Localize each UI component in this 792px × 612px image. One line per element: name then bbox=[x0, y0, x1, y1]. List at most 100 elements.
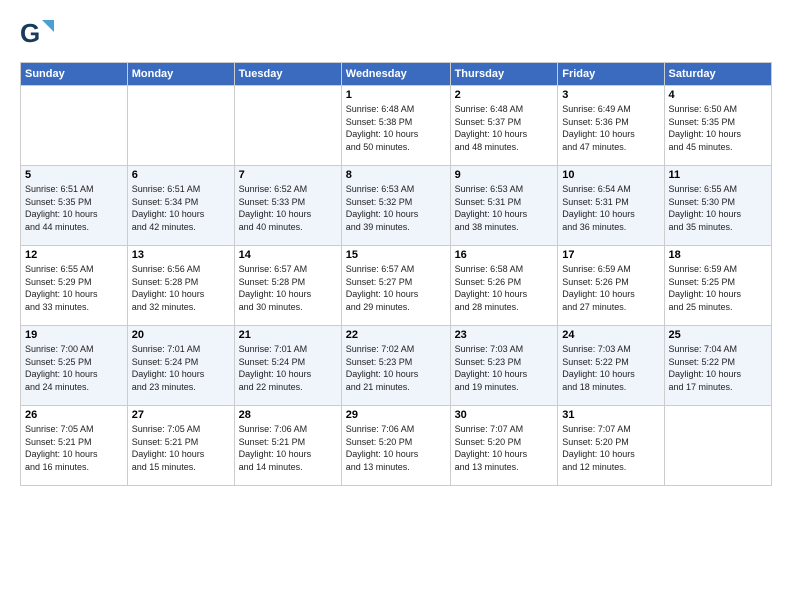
day-number: 28 bbox=[239, 409, 337, 421]
logo-icon: G bbox=[20, 16, 56, 52]
day-info: Sunrise: 7:00 AM Sunset: 5:25 PM Dayligh… bbox=[25, 343, 123, 393]
calendar-cell: 8Sunrise: 6:53 AM Sunset: 5:32 PM Daylig… bbox=[341, 166, 450, 246]
calendar-cell: 3 Sunrise: 6:49 AM Sunset: 5:36 PM Daylig… bbox=[558, 86, 664, 166]
calendar-cell: 24Sunrise: 7:03 AM Sunset: 5:22 PM Dayli… bbox=[558, 326, 664, 406]
logo: G bbox=[20, 16, 60, 52]
weekday-header-tuesday: Tuesday bbox=[234, 63, 341, 86]
day-info: Sunrise: 7:03 AM Sunset: 5:23 PM Dayligh… bbox=[455, 343, 554, 393]
calendar-cell: 19 Sunrise: 7:00 AM Sunset: 5:25 PM Dayli… bbox=[21, 326, 128, 406]
calendar-header: SundayMondayTuesdayWednesdayThursdayFrid… bbox=[21, 63, 772, 86]
day-info: Sunrise: 6:51 AM Sunset: 5:35 PM Dayligh… bbox=[25, 183, 123, 233]
day-number: 7 bbox=[239, 169, 337, 181]
day-number: 17 bbox=[562, 249, 659, 261]
day-info: Sunrise: 7:07 AM Sunset: 5:20 PM Dayligh… bbox=[562, 423, 659, 473]
day-number: 27 bbox=[132, 409, 230, 421]
day-info: Sunrise: 6:59 AM Sunset: 5:25 PM Dayligh… bbox=[669, 263, 767, 313]
calendar-cell: 22 Sunrise: 7:02 AM Sunset: 5:23 PM Dayli… bbox=[341, 326, 450, 406]
calendar-cell: 20 Sunrise: 7:01 AM Sunset: 5:24 PM Dayli… bbox=[127, 326, 234, 406]
calendar-cell bbox=[127, 86, 234, 166]
day-info: Sunrise: 7:06 AM Sunset: 5:20 PM Dayligh… bbox=[346, 423, 446, 473]
calendar-cell: 4 Sunrise: 6:50 AM Sunset: 5:35 PM Daylig… bbox=[664, 86, 771, 166]
calendar-cell: 28Sunrise: 7:06 AM Sunset: 5:21 PM Dayli… bbox=[234, 406, 341, 486]
day-number: 10 bbox=[562, 169, 659, 181]
day-info: Sunrise: 6:48 AM Sunset: 5:38 PM Dayligh… bbox=[346, 103, 446, 153]
day-number: 1 bbox=[346, 89, 446, 101]
day-number: 31 bbox=[562, 409, 659, 421]
calendar-cell bbox=[21, 86, 128, 166]
calendar-cell bbox=[234, 86, 341, 166]
calendar-cell: 13 Sunrise: 6:56 AM Sunset: 5:28 PM Dayli… bbox=[127, 246, 234, 326]
day-info: Sunrise: 7:05 AM Sunset: 5:21 PM Dayligh… bbox=[132, 423, 230, 473]
calendar-cell: 5 Sunrise: 6:51 AM Sunset: 5:35 PM Daylig… bbox=[21, 166, 128, 246]
day-number: 15 bbox=[346, 249, 446, 261]
day-number: 23 bbox=[455, 329, 554, 341]
day-info: Sunrise: 6:56 AM Sunset: 5:28 PM Dayligh… bbox=[132, 263, 230, 313]
calendar-cell: 14 Sunrise: 6:57 AM Sunset: 5:28 PM Dayli… bbox=[234, 246, 341, 326]
calendar-cell: 18 Sunrise: 6:59 AM Sunset: 5:25 PM Dayli… bbox=[664, 246, 771, 326]
day-info: Sunrise: 6:49 AM Sunset: 5:36 PM Dayligh… bbox=[562, 103, 659, 153]
calendar-cell bbox=[664, 406, 771, 486]
day-info: Sunrise: 7:04 AM Sunset: 5:22 PM Dayligh… bbox=[669, 343, 767, 393]
day-number: 21 bbox=[239, 329, 337, 341]
day-number: 19 bbox=[25, 329, 123, 341]
day-info: Sunrise: 6:52 AM Sunset: 5:33 PM Dayligh… bbox=[239, 183, 337, 233]
day-info: Sunrise: 6:57 AM Sunset: 5:28 PM Dayligh… bbox=[239, 263, 337, 313]
calendar-body: 1 Sunrise: 6:48 AM Sunset: 5:38 PM Daylig… bbox=[21, 86, 772, 486]
calendar-cell: 15 Sunrise: 6:57 AM Sunset: 5:27 PM Dayli… bbox=[341, 246, 450, 326]
day-number: 20 bbox=[132, 329, 230, 341]
day-info: Sunrise: 6:48 AM Sunset: 5:37 PM Dayligh… bbox=[455, 103, 554, 153]
weekday-header-monday: Monday bbox=[127, 63, 234, 86]
calendar-week-row: 26 Sunrise: 7:05 AM Sunset: 5:21 PM Dayli… bbox=[21, 406, 772, 486]
day-info: Sunrise: 6:50 AM Sunset: 5:35 PM Dayligh… bbox=[669, 103, 767, 153]
calendar-cell: 27 Sunrise: 7:05 AM Sunset: 5:21 PM Dayli… bbox=[127, 406, 234, 486]
day-number: 5 bbox=[25, 169, 123, 181]
day-number: 3 bbox=[562, 89, 659, 101]
day-number: 13 bbox=[132, 249, 230, 261]
day-number: 26 bbox=[25, 409, 123, 421]
day-number: 2 bbox=[455, 89, 554, 101]
day-info: Sunrise: 7:01 AM Sunset: 5:24 PM Dayligh… bbox=[132, 343, 230, 393]
day-number: 4 bbox=[669, 89, 767, 101]
weekday-header-row: SundayMondayTuesdayWednesdayThursdayFrid… bbox=[21, 63, 772, 86]
day-number: 11 bbox=[669, 169, 767, 181]
calendar-cell: 17 Sunrise: 6:59 AM Sunset: 5:26 PM Dayli… bbox=[558, 246, 664, 326]
calendar-week-row: 5 Sunrise: 6:51 AM Sunset: 5:35 PM Daylig… bbox=[21, 166, 772, 246]
calendar-week-row: 12 Sunrise: 6:55 AM Sunset: 5:29 PM Dayli… bbox=[21, 246, 772, 326]
day-number: 14 bbox=[239, 249, 337, 261]
day-number: 30 bbox=[455, 409, 554, 421]
day-number: 22 bbox=[346, 329, 446, 341]
calendar-cell: 29Sunrise: 7:06 AM Sunset: 5:20 PM Dayli… bbox=[341, 406, 450, 486]
weekday-header-sunday: Sunday bbox=[21, 63, 128, 86]
day-number: 6 bbox=[132, 169, 230, 181]
day-info: Sunrise: 7:01 AM Sunset: 5:24 PM Dayligh… bbox=[239, 343, 337, 393]
day-number: 25 bbox=[669, 329, 767, 341]
calendar-cell: 23 Sunrise: 7:03 AM Sunset: 5:23 PM Dayli… bbox=[450, 326, 558, 406]
calendar-cell: 12 Sunrise: 6:55 AM Sunset: 5:29 PM Dayli… bbox=[21, 246, 128, 326]
calendar-cell: 31 Sunrise: 7:07 AM Sunset: 5:20 PM Dayli… bbox=[558, 406, 664, 486]
day-info: Sunrise: 6:59 AM Sunset: 5:26 PM Dayligh… bbox=[562, 263, 659, 313]
day-info: Sunrise: 6:55 AM Sunset: 5:30 PM Dayligh… bbox=[669, 183, 767, 233]
calendar-cell: 2 Sunrise: 6:48 AM Sunset: 5:37 PM Daylig… bbox=[450, 86, 558, 166]
day-number: 12 bbox=[25, 249, 123, 261]
calendar-cell: 26Sunrise: 7:05 AM Sunset: 5:21 PM Dayli… bbox=[21, 406, 128, 486]
calendar-cell: 16 Sunrise: 6:58 AM Sunset: 5:26 PM Dayli… bbox=[450, 246, 558, 326]
calendar-table: SundayMondayTuesdayWednesdayThursdayFrid… bbox=[20, 62, 772, 486]
day-info: Sunrise: 6:55 AM Sunset: 5:29 PM Dayligh… bbox=[25, 263, 123, 313]
calendar-cell: 6 Sunrise: 6:51 AM Sunset: 5:34 PM Daylig… bbox=[127, 166, 234, 246]
weekday-header-thursday: Thursday bbox=[450, 63, 558, 86]
calendar-cell: 7 Sunrise: 6:52 AM Sunset: 5:33 PM Daylig… bbox=[234, 166, 341, 246]
calendar-cell: 9 Sunrise: 6:53 AM Sunset: 5:31 PM Daylig… bbox=[450, 166, 558, 246]
day-number: 16 bbox=[455, 249, 554, 261]
day-info: Sunrise: 6:51 AM Sunset: 5:34 PM Dayligh… bbox=[132, 183, 230, 233]
day-info: Sunrise: 6:58 AM Sunset: 5:26 PM Dayligh… bbox=[455, 263, 554, 313]
calendar-cell: 30Sunrise: 7:07 AM Sunset: 5:20 PM Dayli… bbox=[450, 406, 558, 486]
svg-text:G: G bbox=[20, 18, 40, 48]
weekday-header-wednesday: Wednesday bbox=[341, 63, 450, 86]
calendar-cell: 10Sunrise: 6:54 AM Sunset: 5:31 PM Dayli… bbox=[558, 166, 664, 246]
day-info: Sunrise: 6:57 AM Sunset: 5:27 PM Dayligh… bbox=[346, 263, 446, 313]
day-info: Sunrise: 7:02 AM Sunset: 5:23 PM Dayligh… bbox=[346, 343, 446, 393]
day-number: 9 bbox=[455, 169, 554, 181]
day-info: Sunrise: 6:53 AM Sunset: 5:31 PM Dayligh… bbox=[455, 183, 554, 233]
day-number: 8 bbox=[346, 169, 446, 181]
day-number: 18 bbox=[669, 249, 767, 261]
